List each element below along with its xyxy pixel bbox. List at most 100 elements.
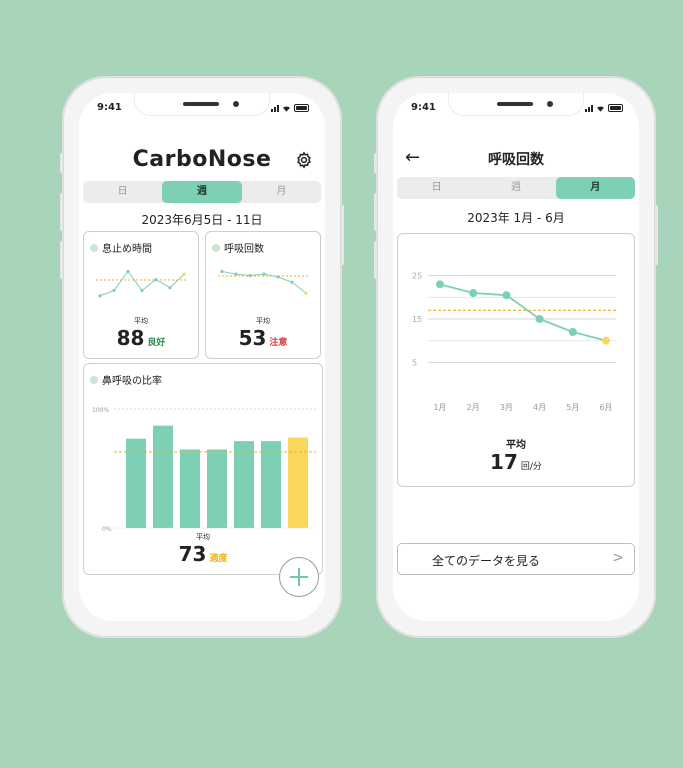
sparkline-point — [262, 272, 266, 276]
side-button — [60, 193, 63, 231]
avg-row: 88 良好 — [84, 326, 198, 350]
legend-dot — [212, 243, 220, 252]
sparkline-point — [276, 275, 280, 279]
breath-count-chart-card: 25 15 5 1月 2月 3月 4月 5月 6月 平均 17 回/分 — [397, 233, 635, 487]
signal-icon — [585, 105, 593, 112]
screen-right: 9:41 ← 呼吸回数 日 週 月 2023年 1月 - 6月 25 15 5 1月 2… — [393, 93, 639, 621]
avg-value: 53 — [238, 326, 267, 350]
gear-icon[interactable] — [295, 151, 313, 169]
wifi-icon — [283, 106, 290, 112]
tab-week[interactable]: 週 — [476, 177, 555, 199]
card-label: 鼻呼吸の比率 — [90, 372, 162, 387]
sparkline-point — [140, 288, 144, 293]
data-point — [436, 280, 444, 289]
sparkline-series — [99, 270, 185, 297]
side-button — [60, 241, 63, 279]
y-tick-label: 25 — [412, 272, 422, 281]
x-tick-label: 1月 — [433, 403, 446, 412]
data-point — [469, 289, 478, 297]
wifi-icon — [597, 106, 604, 112]
avg-caption: 平均 — [196, 533, 210, 541]
page-title: 呼吸回数 — [488, 152, 544, 168]
avg-unit: 回/分 — [520, 462, 542, 472]
sparkline-point — [290, 280, 294, 284]
sparkline-point — [154, 277, 158, 282]
side-button — [60, 153, 63, 173]
y-tick-label: 15 — [412, 315, 422, 324]
rating-badge: 適度 — [209, 554, 228, 564]
avg-caption: 平均 — [506, 440, 526, 451]
tab-month[interactable]: 月 — [242, 181, 321, 203]
series-line — [439, 283, 607, 342]
signal-icon — [271, 105, 279, 112]
bar — [180, 449, 200, 528]
tab-week[interactable]: 週 — [162, 181, 242, 203]
bar — [261, 441, 281, 528]
period-tabs: 日 週 月 — [397, 177, 635, 199]
status-time: 9:41 — [97, 102, 122, 113]
y-tick-label: 5 — [412, 358, 417, 367]
period-tabs: 日 週 月 — [83, 181, 321, 203]
x-tick-label: 5月 — [566, 403, 579, 412]
chevron-right-icon: > — [612, 550, 624, 566]
nasal-ratio-card[interactable]: 鼻呼吸の比率 100% 0% 平均 73 適度 — [83, 363, 323, 575]
side-button — [341, 205, 344, 265]
tick-label-top: 100% — [92, 407, 109, 414]
nasal-ratio-bar-chart: 100% 0% — [92, 407, 316, 533]
battery-icon — [608, 104, 623, 112]
notch — [448, 93, 584, 116]
sparkline-point — [234, 272, 238, 276]
date-range: 2023年6月5日 - 11日 — [141, 213, 263, 227]
view-all-data-label: 全てのデータを見る — [432, 554, 541, 568]
breath-hold-sparkline — [96, 269, 188, 298]
side-button — [374, 153, 377, 173]
status-time: 9:41 — [411, 102, 436, 113]
status-icons — [585, 104, 623, 112]
breath-count-card[interactable]: 呼吸回数 平均 53 注意 — [205, 231, 321, 359]
rating-badge: 良好 — [147, 338, 166, 348]
avg-caption: 平均 — [134, 317, 148, 325]
sparkline-point — [98, 294, 102, 298]
phone-frame-left: 9:41 CarboNose 日 週 月 2023年6月5日 - 11日 息止め… — [60, 76, 344, 638]
avg-value: 73 — [178, 542, 207, 566]
view-all-data-button[interactable]: 全てのデータを見る > — [397, 543, 635, 575]
card-label: 呼吸回数 — [212, 240, 264, 255]
x-tick-label: 2月 — [467, 403, 480, 412]
x-tick-label: 3月 — [500, 403, 513, 412]
battery-icon — [294, 104, 309, 112]
notch — [134, 93, 270, 116]
x-tick-label: 4月 — [533, 403, 546, 412]
tab-day[interactable]: 日 — [83, 181, 162, 203]
avg-caption: 平均 — [256, 317, 270, 325]
bar — [207, 449, 227, 528]
avg-row: 53 注意 — [206, 326, 320, 350]
screen-left: 9:41 CarboNose 日 週 月 2023年6月5日 - 11日 息止め… — [79, 93, 325, 621]
sparkline-point — [126, 269, 130, 274]
date-range: 2023年 1月 - 6月 — [467, 211, 565, 225]
status-icons — [271, 104, 309, 112]
avg-value: 17 — [490, 450, 518, 474]
legend-dot — [90, 375, 98, 384]
data-point — [502, 291, 511, 300]
sparkline-point — [248, 273, 252, 278]
avg-value: 88 — [116, 326, 145, 350]
side-button — [655, 205, 658, 265]
rating-badge: 注意 — [269, 338, 288, 348]
phone-frame-right: 9:41 ← 呼吸回数 日 週 月 2023年 1月 - 6月 25 15 5 1月 2… — [374, 76, 658, 638]
avg-row: 17 回/分 — [398, 450, 634, 474]
sparkline-point — [304, 291, 308, 295]
app-title: CarboNose — [132, 147, 272, 172]
side-button — [374, 241, 377, 279]
x-tick-label: 6月 — [599, 403, 612, 412]
bar — [234, 441, 254, 528]
data-point — [568, 328, 577, 336]
sparkline-point — [220, 269, 224, 274]
tab-day[interactable]: 日 — [397, 177, 476, 199]
bar — [288, 437, 308, 528]
breath-count-sparkline — [218, 269, 310, 295]
breath-hold-card[interactable]: 息止め時間 平均 88 良好 — [83, 231, 199, 359]
card-label: 息止め時間 — [90, 240, 152, 255]
bar — [153, 425, 173, 528]
tab-month[interactable]: 月 — [555, 177, 635, 199]
plus-icon[interactable] — [279, 557, 319, 597]
